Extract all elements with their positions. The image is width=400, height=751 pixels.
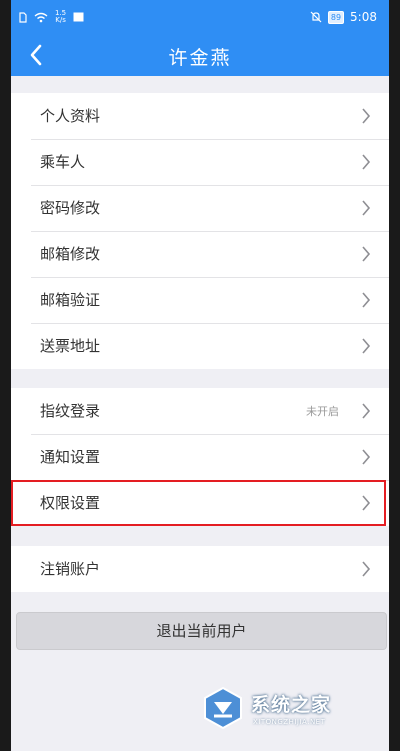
settings-group-security: 指纹登录 未开启 通知设置 权限设置	[11, 388, 389, 526]
fingerprint-status: 未开启	[306, 405, 339, 418]
menu-item-profile[interactable]: 个人资料	[11, 93, 389, 139]
menu-item-label: 邮箱修改	[40, 245, 101, 263]
menu-item-label: 乘车人	[40, 153, 86, 171]
battery-icon: 89	[327, 10, 345, 24]
net-speed: 1.5 K/s	[55, 10, 66, 24]
clock: 5:08	[350, 10, 377, 24]
menu-item-label: 注销账户	[40, 560, 101, 578]
menu-item-permission-settings[interactable]: 权限设置	[11, 480, 389, 526]
chevron-right-icon	[362, 292, 371, 308]
menu-item-change-password[interactable]: 密码修改	[11, 185, 389, 231]
menu-item-change-email[interactable]: 邮箱修改	[11, 231, 389, 277]
menu-item-label: 指纹登录	[40, 402, 101, 420]
image-icon	[73, 12, 84, 22]
menu-item-fingerprint-login[interactable]: 指纹登录 未开启	[11, 388, 389, 434]
nav-bar: 许金燕	[11, 36, 389, 76]
chevron-right-icon	[362, 403, 371, 419]
menu-item-label: 权限设置	[40, 494, 101, 512]
menu-item-label: 送票地址	[40, 337, 101, 355]
chevron-right-icon	[362, 154, 371, 170]
chevron-right-icon	[362, 108, 371, 124]
net-speed-unit: K/s	[55, 16, 66, 24]
menu-item-notification-settings[interactable]: 通知设置	[11, 434, 389, 480]
chevron-right-icon	[362, 338, 371, 354]
mute-icon	[310, 11, 322, 23]
screen: 1.5 K/s 89 5:08 许金燕 个人资料 乘车人 密码修改 邮箱修改 邮…	[11, 0, 389, 751]
sim-icon	[19, 11, 27, 23]
header: 1.5 K/s 89 5:08 许金燕	[11, 0, 389, 76]
menu-item-delete-account[interactable]: 注销账户	[11, 546, 389, 592]
menu-item-label: 邮箱验证	[40, 291, 101, 309]
watermark: 系统之家 XITONGZHIJIA.NET	[201, 684, 371, 740]
menu-item-passengers[interactable]: 乘车人	[11, 139, 389, 185]
status-left: 1.5 K/s	[19, 10, 84, 24]
page-title: 许金燕	[168, 47, 232, 69]
settings-group-account-deletion: 注销账户	[11, 546, 389, 592]
watermark-text: 系统之家	[251, 694, 332, 716]
status-bar: 1.5 K/s 89 5:08	[11, 0, 389, 36]
menu-item-label: 个人资料	[40, 107, 101, 125]
chevron-right-icon	[362, 246, 371, 262]
chevron-right-icon	[362, 561, 371, 577]
watermark-subtext: XITONGZHIJIA.NET	[253, 718, 326, 726]
wifi-icon	[34, 12, 48, 22]
menu-item-ticket-address[interactable]: 送票地址	[11, 323, 389, 369]
chevron-right-icon	[362, 449, 371, 465]
status-right: 89 5:08	[310, 10, 377, 24]
logout-button[interactable]: 退出当前用户	[16, 612, 387, 650]
menu-item-verify-email[interactable]: 邮箱验证	[11, 277, 389, 323]
chevron-right-icon	[362, 495, 371, 511]
settings-group-account: 个人资料 乘车人 密码修改 邮箱修改 邮箱验证 送票地址	[11, 93, 389, 369]
watermark-logo	[204, 686, 242, 730]
chevron-right-icon	[362, 200, 371, 216]
menu-item-label: 密码修改	[40, 199, 101, 217]
menu-item-label: 通知设置	[40, 448, 101, 466]
